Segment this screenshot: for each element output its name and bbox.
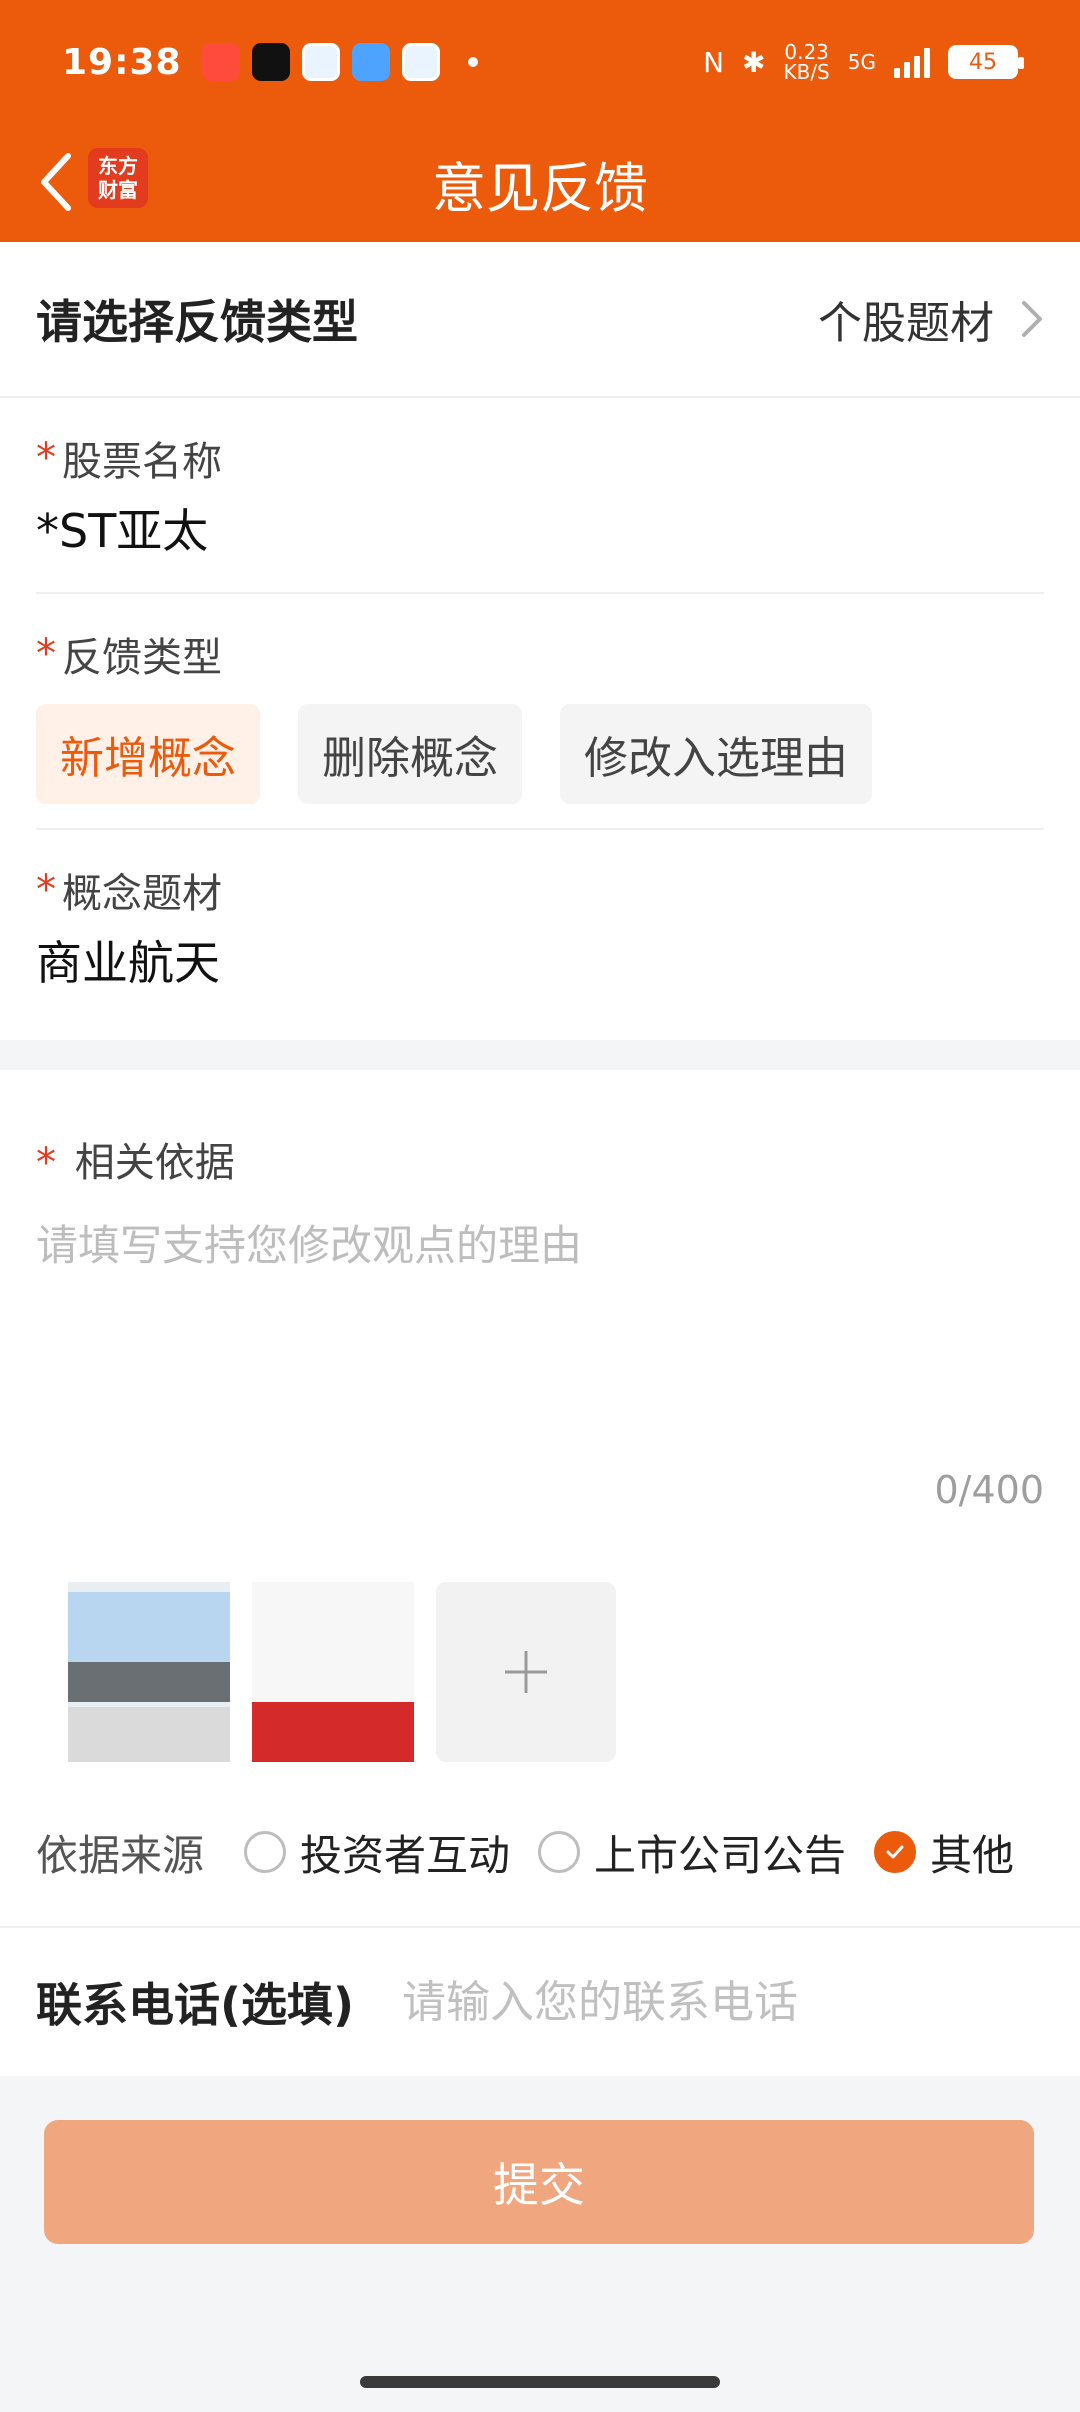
form-top-section: 请选择反馈类型 个股题材 * 股票名称 *ST亚太 * 反馈类型 新增概念 删除… <box>0 242 1080 1040</box>
battery-level: 45 <box>969 49 997 75</box>
feedback-type-label: 请选择反馈类型 <box>36 295 358 349</box>
chip-modify-reason[interactable]: 修改入选理由 <box>560 704 872 804</box>
chip-add-concept[interactable]: 新增概念 <box>36 704 260 804</box>
network-type: 5G <box>847 50 876 74</box>
app-notification-icon <box>301 43 340 81</box>
chevron-right-icon <box>1022 301 1042 337</box>
app-notification-icon <box>201 43 240 81</box>
phone-input[interactable] <box>402 1976 1044 2028</box>
logo-line2: 财富 <box>98 178 138 202</box>
concept-value[interactable]: 商业航天 <box>36 920 1044 1000</box>
status-time: 19:38 <box>62 41 182 83</box>
source-label: 依据来源 <box>36 1830 205 1880</box>
nfc-icon: N <box>703 45 725 79</box>
feedback-type-value: 个股题材 <box>818 298 994 349</box>
radio-unchecked-icon <box>538 1831 581 1873</box>
source-option-announcement[interactable]: 上市公司公告 <box>538 1822 846 1883</box>
fb-type-options: 新增概念 删除概念 修改入选理由 <box>36 704 1044 804</box>
chevron-left-icon <box>41 153 71 211</box>
basis-textarea[interactable]: 请填写支持您修改观点的理由 <box>0 1188 1080 1448</box>
top-bar: 19:38 N ✱ 0.23 KB/S 5G 45 东方 财富 意见反馈 <box>0 0 1080 242</box>
source-row: 依据来源 投资者互动 上市公司公告 其他 <box>0 1762 1080 1902</box>
back-button[interactable] <box>26 152 86 212</box>
basis-label: 相关依据 <box>74 1140 235 1186</box>
chip-delete-concept[interactable]: 删除概念 <box>298 704 522 804</box>
section-gap <box>0 1040 1080 1070</box>
source-option-investor[interactable]: 投资者互动 <box>244 1822 510 1883</box>
required-mark: * <box>36 435 56 481</box>
stock-name-value: *ST亚太 <box>36 504 209 558</box>
attachment-list <box>0 1512 1080 1762</box>
feedback-type-selector[interactable]: 请选择反馈类型 个股题材 <box>0 242 1080 398</box>
battery-icon: 45 <box>948 45 1024 79</box>
net-speed-unit: KB/S <box>783 60 830 84</box>
status-right: N ✱ 0.23 KB/S 5G 45 <box>703 42 1024 82</box>
notification-icons <box>201 43 478 81</box>
plus-icon <box>505 1651 547 1693</box>
concept-label: 概念题材 <box>62 871 222 917</box>
attachment-thumbnail[interactable] <box>68 1582 230 1762</box>
check-icon <box>886 1845 904 1859</box>
attachment-thumbnail[interactable] <box>252 1582 414 1762</box>
phone-row: 联系电话(选填) <box>0 1926 1080 2076</box>
basis-label-row: * 相关依据 <box>0 1070 1080 1188</box>
char-counter: 0/400 <box>934 1468 1044 1512</box>
form-bottom-section: * 相关依据 请填写支持您修改观点的理由 0/400 依据来源 投资者互动 上市… <box>0 1070 1080 2076</box>
stock-name-field: * 股票名称 *ST亚太 <box>0 398 1080 568</box>
source-option-other[interactable]: 其他 <box>874 1822 1014 1883</box>
tiktok-icon <box>251 43 290 81</box>
net-speed: 0.23 KB/S <box>783 42 829 82</box>
net-speed-value: 0.23 <box>784 40 829 64</box>
bluetooth-icon: ✱ <box>742 45 766 79</box>
fb-type-label: 反馈类型 <box>62 635 222 681</box>
add-image-button[interactable] <box>436 1582 616 1762</box>
logo-line1: 东方 <box>98 154 138 178</box>
status-bar: 19:38 N ✱ 0.23 KB/S 5G 45 <box>0 0 1080 124</box>
concept-field: * 概念题材 商业航天 <box>0 830 1080 1040</box>
phone-label: 联系电话(选填) <box>36 1978 355 2032</box>
app-logo: 东方 财富 <box>88 148 148 208</box>
radio-checked-icon <box>874 1831 917 1873</box>
radio-unchecked-icon <box>244 1831 287 1873</box>
submit-area: 提交 <box>0 2076 1080 2288</box>
page-title: 意见反馈 <box>432 156 648 220</box>
weather-icon <box>351 43 390 81</box>
required-mark: * <box>36 631 56 677</box>
signal-icon <box>894 46 930 78</box>
home-indicator[interactable] <box>360 2376 720 2388</box>
stock-name-label: 股票名称 <box>62 439 222 485</box>
submit-button[interactable]: 提交 <box>44 2120 1034 2244</box>
required-mark: * <box>36 867 56 913</box>
more-notifications-dot <box>467 57 478 67</box>
app-notification-icon <box>401 43 440 81</box>
fb-type-field: * 反馈类型 新增概念 删除概念 修改入选理由 <box>0 594 1080 804</box>
feedback-page: 19:38 N ✱ 0.23 KB/S 5G 45 东方 财富 意见反馈 请选择… <box>0 0 1080 2412</box>
required-mark: * <box>36 1140 56 1186</box>
nav-header: 东方 财富 意见反馈 <box>0 124 1080 242</box>
